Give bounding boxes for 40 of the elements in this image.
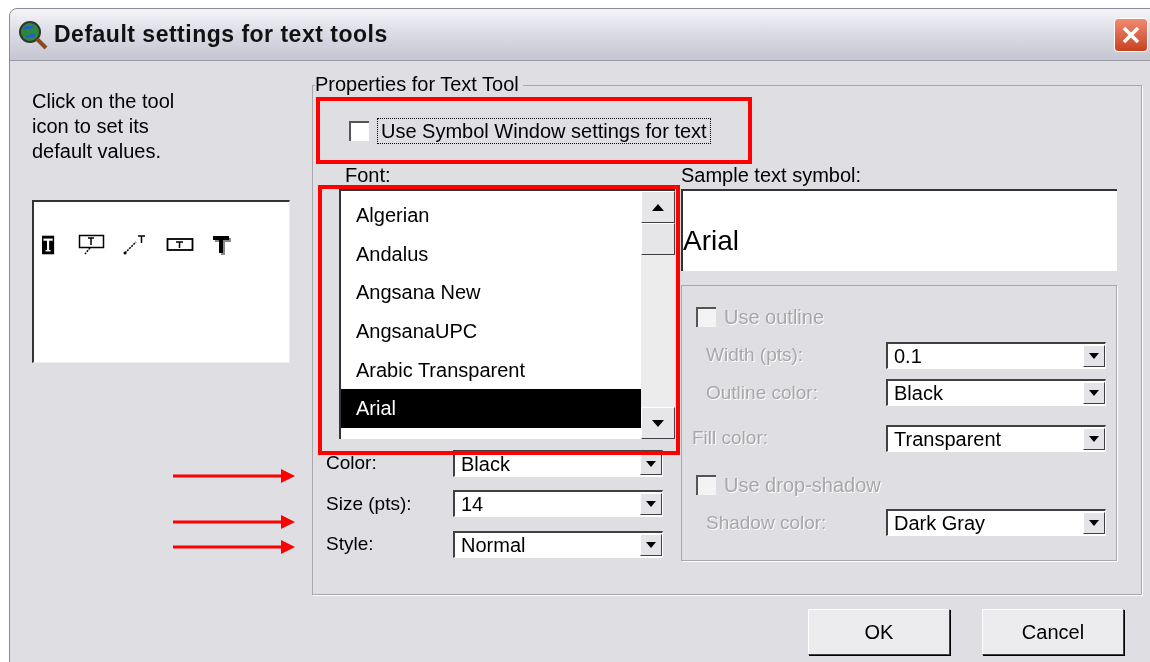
- sample-label: Sample text symbol:: [681, 164, 863, 186]
- down-arrow-icon: [652, 419, 664, 427]
- scroll-thumb[interactable]: [641, 223, 675, 255]
- caret-icon: [1083, 427, 1105, 450]
- close-button[interactable]: [1114, 17, 1148, 52]
- dropdown[interactable]: Normal: [453, 530, 663, 558]
- field-label: Size (pts):: [326, 491, 413, 516]
- dialog-button[interactable]: OK: [808, 609, 950, 655]
- up-arrow-icon: [652, 203, 664, 211]
- font-list-item[interactable]: Arabic Transparent: [341, 350, 641, 390]
- font-list-item[interactable]: Arial: [341, 389, 641, 429]
- font-list-item[interactable]: Angsana New: [341, 273, 641, 313]
- scroll-down-button[interactable]: [641, 407, 675, 439]
- field-label: Style:: [326, 532, 375, 556]
- field-label: Shadow color:: [705, 510, 828, 535]
- caret-icon: [1083, 512, 1105, 535]
- checkbox-label[interactable]: Use Symbol Window settings for text: [377, 118, 711, 144]
- field-label: Color:: [326, 451, 378, 475]
- field-label: Width (pts):: [705, 343, 805, 367]
- dropdown[interactable]: 14: [453, 490, 663, 518]
- font-list-item[interactable]: Andalus: [341, 234, 641, 274]
- font-list[interactable]: Algerian Andalus Angsana New AngsanaUPC Arabic Transparent Arial: [339, 189, 675, 439]
- instructions-text: Click on the tool icon to set its default values.: [32, 89, 176, 164]
- caret-icon: [1083, 344, 1105, 367]
- sample-text: Arial: [683, 227, 739, 255]
- field-label: Fill color:: [692, 426, 769, 450]
- caret-icon: [640, 493, 662, 516]
- scrollbar[interactable]: [641, 191, 675, 439]
- caret-icon: [1083, 382, 1105, 405]
- font-label: Font:: [344, 164, 392, 186]
- globe-magnifier-icon: [18, 19, 48, 50]
- field-label: Outline color:: [705, 380, 819, 405]
- font-list-item[interactable]: Algerian: [341, 196, 641, 235]
- checkbox[interactable]: [349, 121, 369, 141]
- scroll-up-button[interactable]: [641, 191, 675, 223]
- caret-icon: [640, 533, 662, 556]
- dialog-button[interactable]: Cancel: [982, 609, 1124, 655]
- close-icon: [1122, 25, 1140, 44]
- font-list-item[interactable]: AngsanaUPC: [341, 312, 641, 351]
- window-title: Default settings for text tools: [54, 20, 388, 50]
